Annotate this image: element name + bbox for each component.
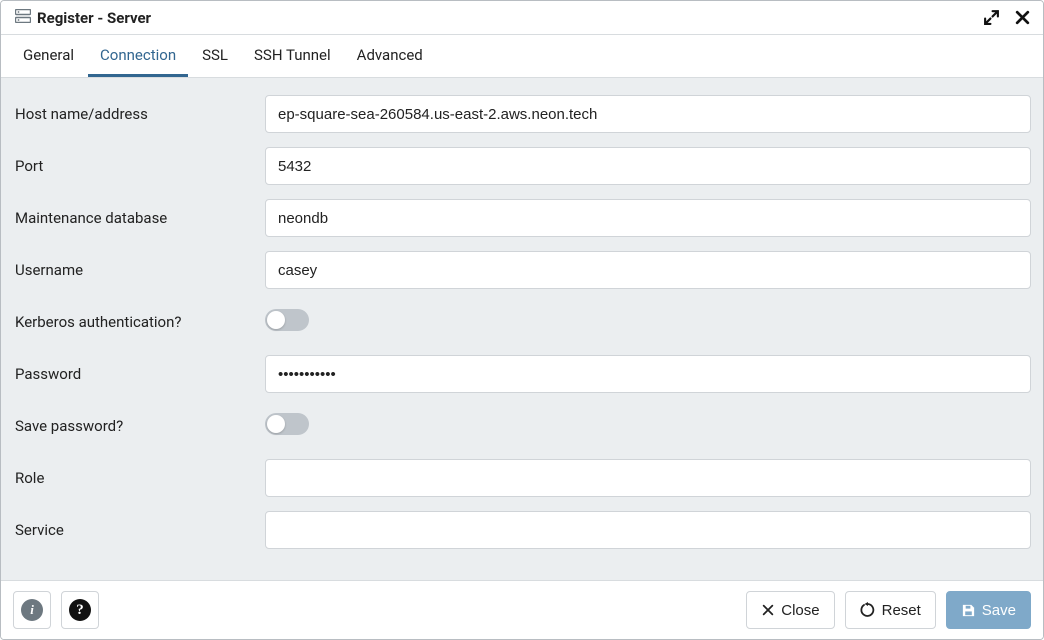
reset-button-label: Reset xyxy=(882,602,921,619)
row-password: Password xyxy=(13,348,1031,400)
dialog-title: Register - Server xyxy=(15,9,981,27)
toggle-knob xyxy=(267,415,285,433)
row-maint-db: Maintenance database xyxy=(13,192,1031,244)
label-kerberos: Kerberos authentication? xyxy=(13,313,265,331)
dialog-title-text: Register - Server xyxy=(37,9,151,27)
tabs: General Connection SSL SSH Tunnel Advanc… xyxy=(1,35,1043,78)
close-icon xyxy=(761,603,775,617)
service-input[interactable] xyxy=(265,511,1031,549)
kerberos-toggle[interactable] xyxy=(265,309,309,331)
connection-form: Host name/address Port Maintenance datab… xyxy=(1,78,1043,580)
close-icon xyxy=(1014,9,1031,26)
row-save-password: Save password? xyxy=(13,400,1031,452)
expand-button[interactable] xyxy=(981,7,1002,28)
label-role: Role xyxy=(13,469,265,487)
close-button-label: Close xyxy=(781,602,819,619)
dialog-header: Register - Server xyxy=(1,1,1043,35)
expand-icon xyxy=(983,9,1000,26)
info-icon: i xyxy=(21,599,43,621)
close-dialog-button[interactable] xyxy=(1012,7,1033,28)
label-password: Password xyxy=(13,365,265,383)
row-kerberos: Kerberos authentication? xyxy=(13,296,1031,348)
port-input[interactable] xyxy=(265,147,1031,185)
save-button[interactable]: Save xyxy=(946,591,1031,629)
host-input[interactable] xyxy=(265,95,1031,133)
password-input[interactable] xyxy=(265,355,1031,393)
info-button[interactable]: i xyxy=(13,591,51,629)
maint-db-input[interactable] xyxy=(265,199,1031,237)
save-button-label: Save xyxy=(982,602,1016,619)
label-maint-db: Maintenance database xyxy=(13,209,265,227)
reset-button[interactable]: Reset xyxy=(845,591,936,629)
server-icon xyxy=(15,9,31,27)
save-icon xyxy=(961,603,976,618)
username-input[interactable] xyxy=(265,251,1031,289)
row-host: Host name/address xyxy=(13,88,1031,140)
row-role: Role xyxy=(13,452,1031,504)
row-service: Service xyxy=(13,504,1031,556)
toggle-knob xyxy=(267,311,285,329)
label-username: Username xyxy=(13,261,265,279)
row-port: Port xyxy=(13,140,1031,192)
register-server-dialog: Register - Server General Connection SSL… xyxy=(0,0,1044,640)
label-host: Host name/address xyxy=(13,105,265,123)
label-save-password: Save password? xyxy=(13,417,265,435)
help-button[interactable]: ? xyxy=(61,591,99,629)
tab-ssh-tunnel[interactable]: SSH Tunnel xyxy=(242,35,343,77)
row-username: Username xyxy=(13,244,1031,296)
tab-general[interactable]: General xyxy=(11,35,86,77)
tab-ssl[interactable]: SSL xyxy=(190,35,240,77)
tab-advanced[interactable]: Advanced xyxy=(345,35,435,77)
close-button[interactable]: Close xyxy=(746,591,834,629)
help-icon: ? xyxy=(69,599,91,621)
save-password-toggle[interactable] xyxy=(265,413,309,435)
role-input[interactable] xyxy=(265,459,1031,497)
reset-icon xyxy=(860,602,876,618)
dialog-footer: i ? Close Reset xyxy=(1,580,1043,639)
label-service: Service xyxy=(13,521,265,539)
label-port: Port xyxy=(13,157,265,175)
tab-connection[interactable]: Connection xyxy=(88,35,188,77)
